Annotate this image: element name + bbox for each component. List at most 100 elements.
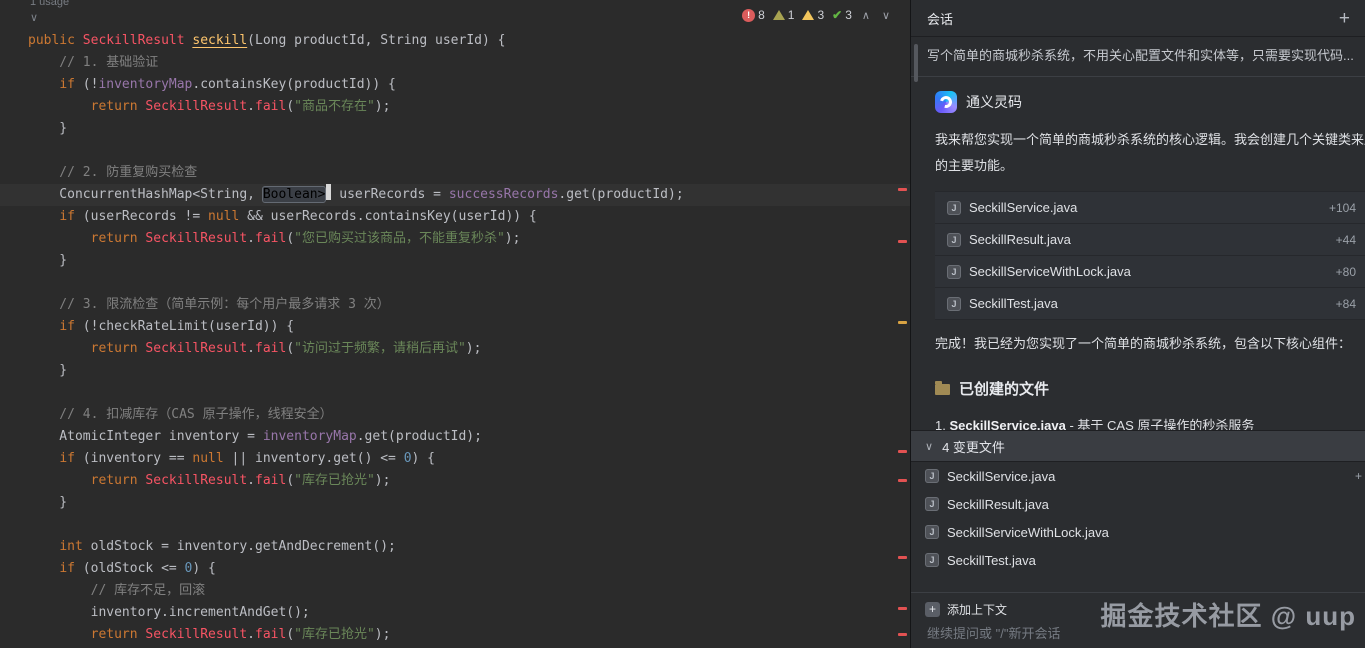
chevron-down-icon: ∨ bbox=[925, 440, 933, 453]
changes-header[interactable]: ∨ 4 变更文件 bbox=[911, 431, 1365, 462]
error-count[interactable]: ! 8 bbox=[742, 8, 765, 22]
assistant-header: 通义灵码 bbox=[935, 91, 1365, 113]
code-line[interactable]: int oldStock = inventory.getAndDecrement… bbox=[28, 536, 892, 558]
code-line[interactable]: return SeckillResult.fail("访问过于频繁，请稍后再试"… bbox=[28, 338, 892, 360]
stripe-tick[interactable] bbox=[898, 450, 907, 453]
warning-icon bbox=[802, 10, 814, 20]
code-line[interactable]: if (!checkRateLimit(userId)) { bbox=[28, 316, 892, 338]
java-file-icon bbox=[925, 469, 939, 483]
code-line[interactable]: // 4. 扣减库存（CAS 原子操作，线程安全） bbox=[28, 404, 892, 426]
file-row[interactable]: SeckillTest.java+84 bbox=[935, 288, 1365, 320]
new-chat-button[interactable]: + bbox=[1339, 9, 1350, 28]
stripe-tick[interactable] bbox=[898, 633, 907, 636]
code-line[interactable]: // 2. 防重复购买检查 bbox=[28, 162, 892, 184]
code-line[interactable]: ConcurrentHashMap<String, Boolean> userR… bbox=[0, 184, 910, 206]
chat-scrollbar[interactable] bbox=[914, 44, 918, 82]
passed-count-label: 3 bbox=[845, 8, 852, 22]
add-context-label: 添加上下文 bbox=[947, 601, 1007, 618]
error-stripe[interactable] bbox=[896, 0, 910, 648]
code-line[interactable]: if (oldStock <= 0) { bbox=[28, 558, 892, 580]
code-line[interactable] bbox=[28, 272, 892, 294]
file-name: SeckillTest.java bbox=[947, 553, 1354, 568]
chat-tab-session[interactable]: 会话 bbox=[927, 9, 953, 28]
file-row[interactable]: SeckillServiceWithLock.java+80 bbox=[935, 256, 1365, 288]
stripe-tick[interactable] bbox=[898, 556, 907, 559]
assistant-name: 通义灵码 bbox=[966, 92, 1022, 112]
code-line[interactable]: if (!inventoryMap.containsKey(productId)… bbox=[28, 74, 892, 96]
code-line[interactable]: // 1. 基础验证 bbox=[28, 52, 892, 74]
usage-inlay-hint[interactable]: 1 usage bbox=[30, 0, 69, 8]
code-line[interactable]: return SeckillResult.fail("商品不存在"); bbox=[28, 96, 892, 118]
file-name: SeckillTest.java bbox=[969, 296, 1328, 311]
assistant-message: 通义灵码 我来帮您实现一个简单的商城秒杀系统的核心逻辑。我会创建几个关键类来展示… bbox=[911, 77, 1365, 469]
file-row[interactable]: SeckillService.java+104 bbox=[935, 192, 1365, 224]
plus-square-icon: + bbox=[925, 602, 940, 617]
add-context-button[interactable]: + 添加上下文 bbox=[925, 601, 1035, 618]
code-editor[interactable]: 1 usage ∨ ! 8 1 3 ✔ 3 ∧ ∨ public Seckill… bbox=[0, 0, 910, 648]
file-name: SeckillResult.java bbox=[947, 497, 1354, 512]
code-line[interactable]: } bbox=[28, 118, 892, 140]
file-name: SeckillService.java bbox=[969, 200, 1321, 215]
code-line[interactable]: } bbox=[28, 250, 892, 272]
stripe-tick[interactable] bbox=[898, 240, 907, 243]
assistant-intro-line: 我来帮您实现一个简单的商城秒杀系统的核心逻辑。我会创建几个关键类来展示 bbox=[935, 127, 1365, 153]
code-line[interactable]: return SeckillResult.fail("库存已抢光"); bbox=[28, 470, 892, 492]
code-line[interactable] bbox=[28, 140, 892, 162]
stripe-tick[interactable] bbox=[898, 479, 907, 482]
ai-chat-panel: 会话 + 写个简单的商城秒杀系统，不用关心配置文件和实体等，只需要实现代码...… bbox=[910, 0, 1365, 648]
code-line[interactable]: // 库存不足，回滚 bbox=[28, 580, 892, 602]
stripe-tick[interactable] bbox=[898, 607, 907, 610]
folder-icon bbox=[935, 384, 950, 395]
weak-warning-count[interactable]: 1 bbox=[773, 8, 795, 22]
stripe-tick[interactable] bbox=[898, 188, 907, 191]
added-lines-count: +80 bbox=[1336, 265, 1358, 279]
java-file-icon bbox=[947, 265, 961, 279]
java-file-icon bbox=[925, 525, 939, 539]
code-line[interactable]: } bbox=[28, 360, 892, 382]
file-change-list: SeckillService.java+104SeckillResult.jav… bbox=[935, 191, 1365, 320]
added-lines-count: + bbox=[1355, 469, 1362, 483]
code-line[interactable]: } bbox=[28, 492, 892, 514]
prev-problem-button[interactable]: ∧ bbox=[860, 9, 872, 22]
file-row[interactable]: SeckillTest.java bbox=[911, 546, 1365, 574]
file-row[interactable]: SeckillService.java+ bbox=[911, 462, 1365, 490]
user-message: 写个简单的商城秒杀系统，不用关心配置文件和实体等，只需要实现代码... bbox=[911, 37, 1365, 77]
code-line[interactable]: // 3. 限流检查（简单示例：每个用户最多请求 3 次） bbox=[28, 294, 892, 316]
changes-header-label: 4 变更文件 bbox=[942, 437, 1005, 456]
assistant-intro: 我来帮您实现一个简单的商城秒杀系统的核心逻辑。我会创建几个关键类来展示 的主要功… bbox=[935, 127, 1365, 179]
next-problem-button[interactable]: ∨ bbox=[880, 9, 892, 22]
check-icon: ✔ bbox=[832, 8, 842, 22]
stripe-tick[interactable] bbox=[898, 321, 907, 324]
code-line[interactable]: if (inventory == null || inventory.get()… bbox=[28, 448, 892, 470]
code-line[interactable]: public SeckillResult seckill(Long produc… bbox=[28, 30, 892, 52]
chat-header: 会话 + bbox=[911, 0, 1365, 37]
code-line[interactable] bbox=[28, 382, 892, 404]
done-text: 完成！我已经为您实现了一个简单的商城秒杀系统，包含以下核心组件： bbox=[935, 334, 1365, 354]
ide-window: 1 usage ∨ ! 8 1 3 ✔ 3 ∧ ∨ public Seckill… bbox=[0, 0, 1365, 648]
code-line[interactable]: return SeckillResult.fail("您已购买过该商品，不能重复… bbox=[28, 228, 892, 250]
code-line[interactable]: return SeckillResult.fail("库存已抢光"); bbox=[28, 624, 892, 646]
java-file-icon bbox=[925, 497, 939, 511]
error-icon: ! bbox=[742, 9, 755, 22]
java-file-icon bbox=[925, 553, 939, 567]
error-count-label: 8 bbox=[758, 8, 765, 22]
code-line[interactable]: inventory.incrementAndGet(); bbox=[28, 602, 892, 624]
file-name: SeckillServiceWithLock.java bbox=[947, 525, 1354, 540]
file-row[interactable]: SeckillResult.java+44 bbox=[935, 224, 1365, 256]
inspections-widget[interactable]: ! 8 1 3 ✔ 3 ∧ ∨ bbox=[742, 8, 892, 22]
chevron-down-icon[interactable]: ∨ bbox=[30, 11, 38, 24]
created-files-heading: 已创建的文件 bbox=[935, 378, 1365, 399]
weak-warning-icon bbox=[773, 10, 785, 20]
changes-file-list: SeckillService.java+ SeckillResult.java Se… bbox=[911, 462, 1365, 574]
warning-count-label: 3 bbox=[817, 8, 824, 22]
file-row[interactable]: SeckillServiceWithLock.java bbox=[911, 518, 1365, 546]
code-line[interactable] bbox=[28, 514, 892, 536]
code-lines[interactable]: public SeckillResult seckill(Long produc… bbox=[28, 30, 892, 646]
warning-count[interactable]: 3 bbox=[802, 8, 824, 22]
code-line[interactable]: AtomicInteger inventory = inventoryMap.g… bbox=[28, 426, 892, 448]
java-file-icon bbox=[947, 201, 961, 215]
watermark: 掘金技术社区 @ uup bbox=[1101, 596, 1356, 633]
file-row[interactable]: SeckillResult.java bbox=[911, 490, 1365, 518]
code-line[interactable]: if (userRecords != null && userRecords.c… bbox=[28, 206, 892, 228]
passed-count[interactable]: ✔ 3 bbox=[832, 8, 852, 22]
